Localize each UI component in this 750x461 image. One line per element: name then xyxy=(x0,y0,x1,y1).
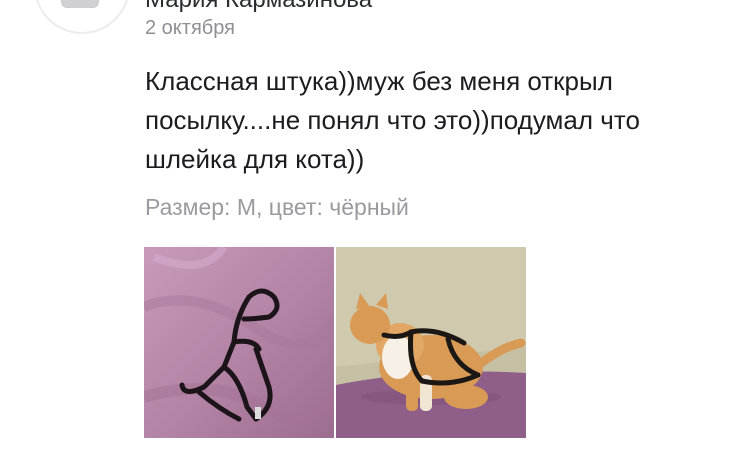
review-photo-cat[interactable] xyxy=(336,247,526,438)
cat-photo-image xyxy=(336,247,526,438)
review-text: Классная штука))муж без меня открыл посы… xyxy=(145,66,640,174)
review-date: 2 октября xyxy=(145,17,235,39)
avatar-placeholder-icon xyxy=(61,0,99,8)
review-author-name[interactable]: Мария Кармазинова xyxy=(145,0,372,14)
review-variant-info: Размер: М, цвет: чёрный xyxy=(145,194,409,220)
avatar[interactable] xyxy=(34,0,130,34)
harness-photo-image xyxy=(144,247,334,438)
review-photo-harness[interactable] xyxy=(144,247,334,438)
